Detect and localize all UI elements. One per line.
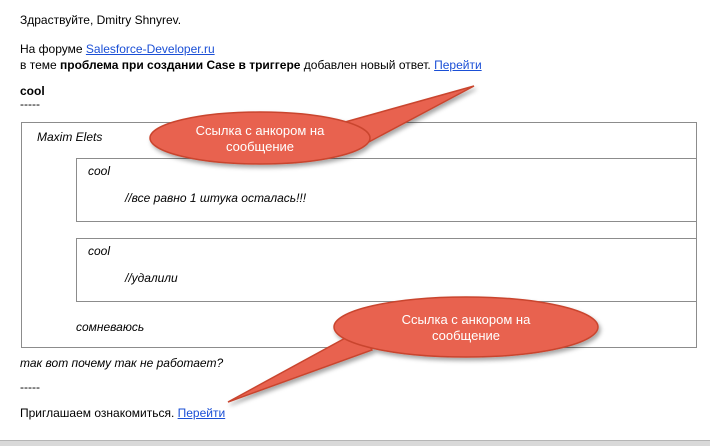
greeting: Здраствуйте, Dmitry Shnyrev. [20, 13, 182, 27]
window-bottom-edge [0, 440, 710, 446]
topic-title: проблема при создании Case в триггере [60, 58, 301, 72]
inner-quote-1 [76, 158, 697, 222]
callout-top-line2: сообщение [225, 139, 294, 154]
topic-suffix: добавлен новый ответ. [300, 58, 435, 72]
invite-text: Приглашаем ознакомиться. [20, 406, 178, 420]
topic-go-link[interactable]: Перейти [434, 58, 482, 72]
invite-go-link[interactable]: Перейти [178, 406, 226, 420]
inner-quote-1-text: //все равно 1 штука осталась!!! [125, 191, 307, 205]
outer-quote [21, 122, 697, 348]
callout-bottom-label: Ссылка с анкором на сообщение [366, 312, 566, 344]
topic-prefix: в теме [20, 58, 61, 72]
quote-author: Maxim Elets [37, 130, 103, 144]
topic-line: в теме проблема при создании Case в триг… [20, 58, 482, 72]
inner-quote-1-title: cool [88, 164, 111, 178]
forum-link[interactable]: Salesforce-Developer.ru [86, 42, 215, 56]
forum-prefix: На форуме [20, 42, 86, 56]
inner-quote-2 [76, 238, 697, 302]
callout-top-line1: Ссылка с анкором на [195, 123, 325, 138]
reply-text: сомневаюсь [76, 320, 145, 334]
separator-bottom: ----- [20, 380, 40, 394]
inner-quote-2-title: cool [88, 244, 111, 258]
invite-line: Приглашаем ознакомиться. Перейти [20, 406, 225, 420]
separator-top: ----- [20, 97, 40, 111]
inner-quote-2-text: //удалили [125, 271, 178, 285]
post-title: cool [20, 84, 45, 98]
callout-bottom-line1: Ссылка с анкором на [401, 312, 531, 327]
callout-bottom-line2: сообщение [431, 328, 500, 343]
after-quote-text: так вот почему так не работает? [20, 356, 224, 370]
callout-top-label: Ссылка с анкором на сообщение [160, 123, 360, 155]
forum-line: На форуме Salesforce-Developer.ru [20, 42, 215, 56]
